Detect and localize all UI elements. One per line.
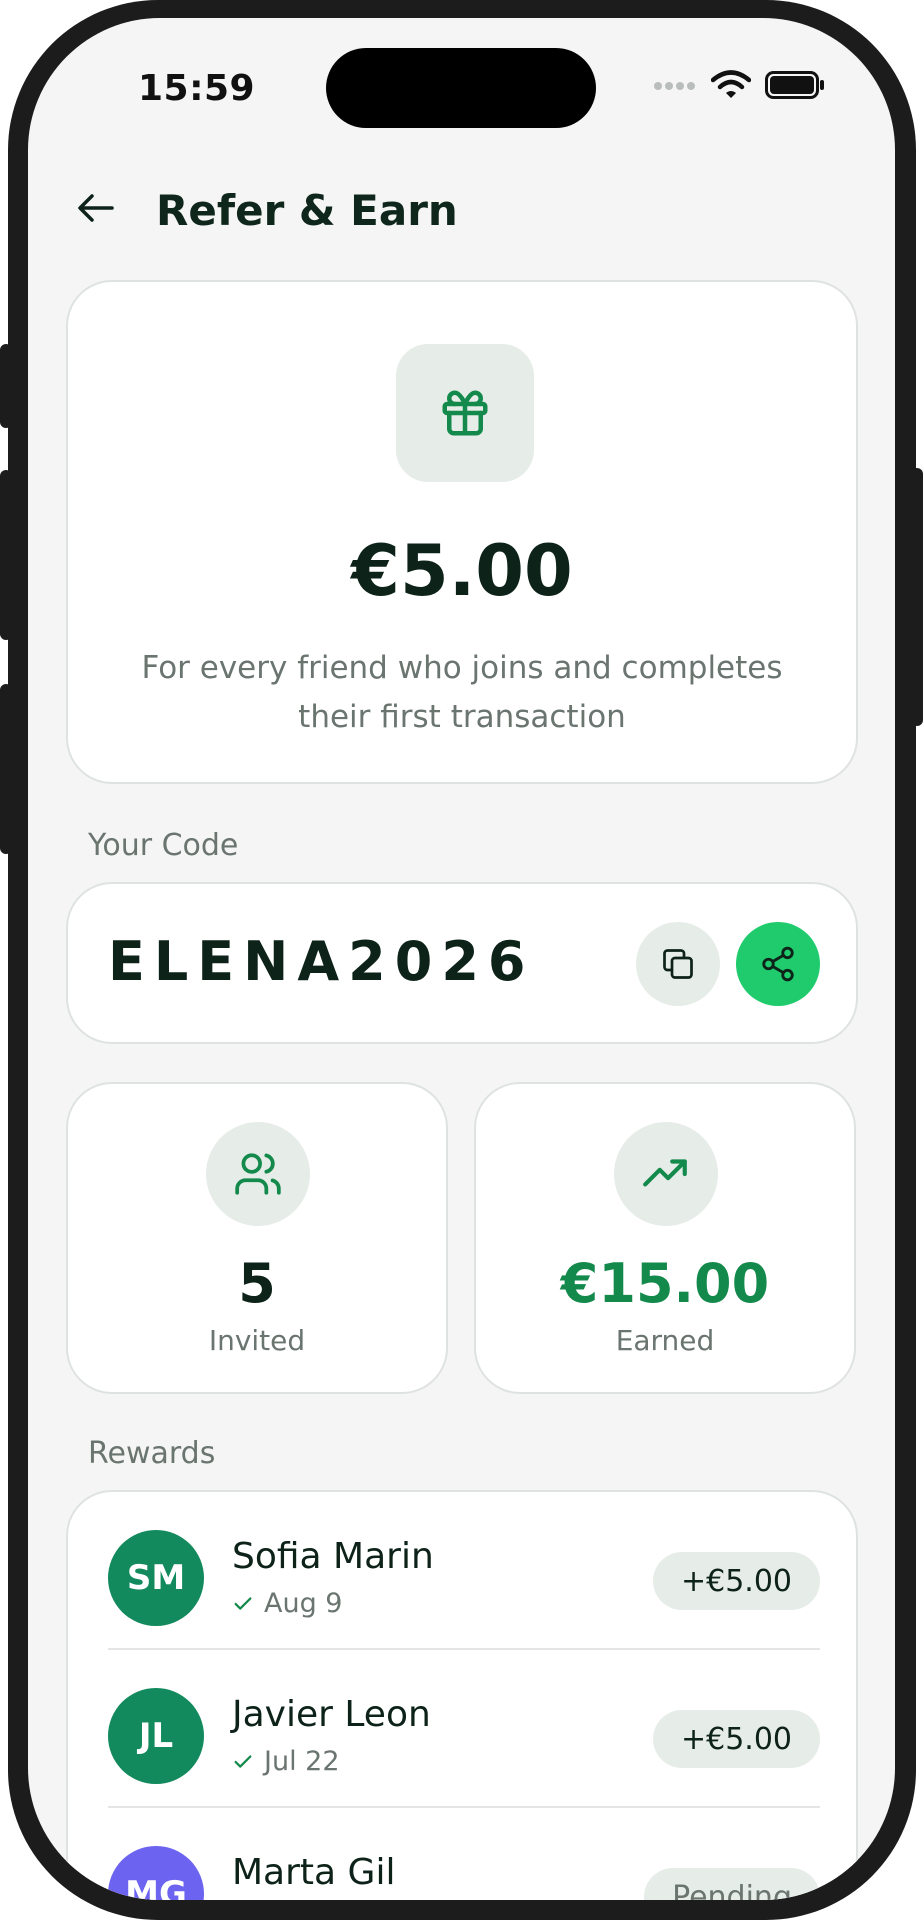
volume-down-button (0, 684, 12, 854)
status-icons (653, 70, 825, 100)
status-time: 15:59 (138, 68, 256, 109)
reward-row[interactable]: JL Javier Leon Jul 22 +€5.00 (108, 1650, 820, 1806)
reward-date-text: Jul 22 (264, 1746, 340, 1777)
copy-code-button[interactable] (636, 922, 720, 1006)
action-button (0, 344, 12, 428)
rewards-label: Rewards (88, 1436, 216, 1471)
earned-amount: €15.00 (560, 1252, 770, 1315)
referral-code-card: ELENA2026 (66, 882, 858, 1044)
reward-date: Jul 22 (232, 1746, 340, 1777)
check-icon (234, 1754, 252, 1768)
avatar: JL (108, 1688, 204, 1784)
volume-up-button (0, 470, 12, 640)
invited-count: 5 (238, 1252, 276, 1315)
back-button[interactable] (68, 180, 124, 236)
avatar: SM (108, 1530, 204, 1626)
check-icon (234, 1596, 252, 1610)
page-title: Refer & Earn (156, 186, 458, 235)
battery-icon (765, 71, 824, 99)
reward-amount-badge: +€5.00 (652, 1552, 820, 1610)
reward-row[interactable]: MG Marta Gil Pending (108, 1808, 820, 1900)
reward-name: Marta Gil (232, 1852, 396, 1893)
share-icon (762, 946, 794, 982)
reward-date: Aug 9 (232, 1588, 342, 1619)
earned-badge (614, 1122, 718, 1226)
trending-up-icon (643, 1159, 687, 1187)
screen: 15:59 Refer & Earn €5.00 For every frien… (28, 18, 895, 1900)
share-code-button[interactable] (736, 922, 820, 1006)
top-bar: Refer & Earn (28, 168, 895, 248)
earned-label: Earned (615, 1324, 715, 1357)
reward-row[interactable]: SM Sofia Marin Aug 9 +€5.00 (108, 1492, 820, 1648)
copy-icon (663, 949, 693, 979)
power-button (911, 468, 923, 726)
reward-amount-badge: +€5.00 (652, 1710, 820, 1768)
arrow-left-icon (78, 194, 114, 222)
pending-badge: Pending (644, 1868, 820, 1900)
rewards-list: SM Sofia Marin Aug 9 +€5.00 JL Javier Le… (66, 1490, 858, 1900)
invited-badge (206, 1122, 310, 1226)
avatar: MG (108, 1846, 204, 1900)
invited-stat-card: 5 Invited (66, 1082, 448, 1394)
reward-date-text: Aug 9 (264, 1588, 343, 1619)
gift-icon (442, 390, 488, 436)
reward-hero-card: €5.00 For every friend who joins and com… (66, 280, 858, 784)
earned-stat-card: €15.00 Earned (474, 1082, 856, 1394)
gift-badge (396, 344, 534, 482)
reward-description: For every friend who joins and completes… (141, 650, 783, 735)
wifi-icon (711, 70, 751, 98)
your-code-label: Your Code (88, 828, 239, 863)
reward-name: Sofia Marin (232, 1536, 434, 1577)
invited-label: Invited (208, 1324, 306, 1357)
reward-amount: €5.00 (351, 530, 573, 612)
signal-icon (654, 82, 695, 90)
users-icon (235, 1153, 281, 1195)
referral-code: ELENA2026 (108, 930, 535, 993)
dynamic-island (326, 48, 596, 128)
reward-name: Javier Leon (232, 1694, 431, 1735)
